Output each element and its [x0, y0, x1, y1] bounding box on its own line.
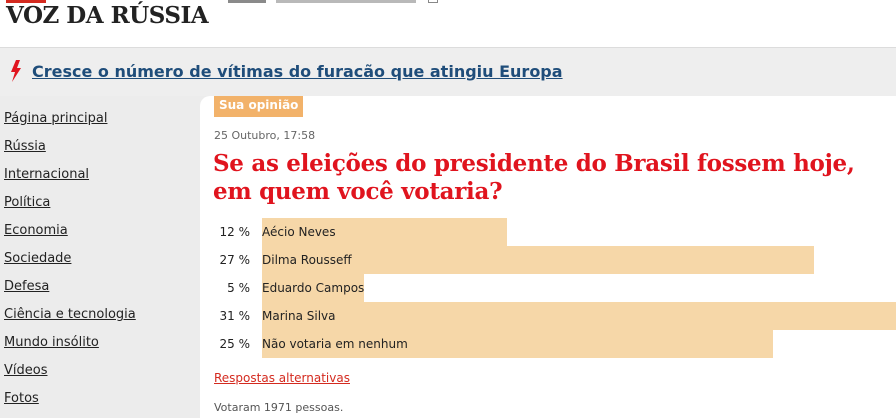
poll-row: 25 % Não votaria em nenhum	[200, 330, 896, 358]
header-search-button[interactable]	[428, 0, 438, 3]
poll-row: 12 % Aécio Neves	[200, 218, 896, 246]
poll-row: 5 % Eduardo Campos	[200, 274, 896, 302]
poll-option-label: Não votaria em nenhum	[262, 337, 408, 351]
header-tab-indicator[interactable]	[228, 0, 266, 3]
header-search-strip[interactable]	[276, 0, 416, 3]
sidebar-item-economia[interactable]: Economia	[4, 223, 68, 238]
site-logo[interactable]: VOZ DA RÚSSIA	[6, 2, 209, 29]
poll-percent: 12 %	[219, 225, 251, 239]
sidebar-item-pagina-principal[interactable]: Página principal	[4, 111, 107, 126]
alternative-answers-link[interactable]: Respostas alternativas	[214, 371, 350, 385]
sidebar-item-videos[interactable]: Vídeos	[4, 363, 47, 378]
lightning-bolt-icon	[11, 60, 21, 82]
sidebar-item-politica[interactable]: Política	[4, 195, 50, 210]
sidebar-item-internacional[interactable]: Internacional	[4, 167, 89, 182]
sidebar-item-sociedade[interactable]: Sociedade	[4, 251, 71, 266]
page: VOZ DA RÚSSIA Cresce o número de vítimas…	[0, 0, 896, 418]
poll-option-label: Aécio Neves	[262, 225, 336, 239]
poll-option-label: Marina Silva	[262, 309, 336, 323]
poll-percent: 31 %	[219, 309, 251, 323]
poll-percent: 5 %	[227, 281, 250, 295]
poll-row: 27 % Dilma Rousseff	[200, 246, 896, 274]
poll-percent: 27 %	[219, 253, 251, 267]
poll-bar	[262, 302, 896, 330]
article-date: 25 Outubro, 17:58	[214, 129, 316, 142]
sidebar-item-ciencia-tecnologia[interactable]: Ciência e tecnologia	[4, 307, 136, 322]
breaking-news-link[interactable]: Cresce o número de vítimas do furacão qu…	[32, 62, 563, 81]
sidebar-item-defesa[interactable]: Defesa	[4, 279, 49, 294]
sidebar-nav: Página principal Rússia Internacional Po…	[0, 96, 200, 418]
sidebar-item-fotos[interactable]: Fotos	[4, 391, 39, 406]
vote-count: Votaram 1971 pessoas.	[214, 401, 344, 414]
site-header: VOZ DA RÚSSIA	[0, 0, 896, 48]
sidebar-item-mundo-insolito[interactable]: Mundo insólito	[4, 335, 99, 350]
poll-question-title: Se as eleições do presidente do Brasil f…	[213, 150, 855, 205]
poll-row: 31 % Marina Silva	[200, 302, 896, 330]
poll-percent: 25 %	[219, 337, 251, 351]
poll-option-label: Eduardo Campos	[262, 281, 365, 295]
sidebar-item-russia[interactable]: Rússia	[4, 139, 46, 154]
section-badge[interactable]: Sua opinião	[214, 96, 304, 117]
poll-option-label: Dilma Rousseff	[262, 253, 352, 267]
